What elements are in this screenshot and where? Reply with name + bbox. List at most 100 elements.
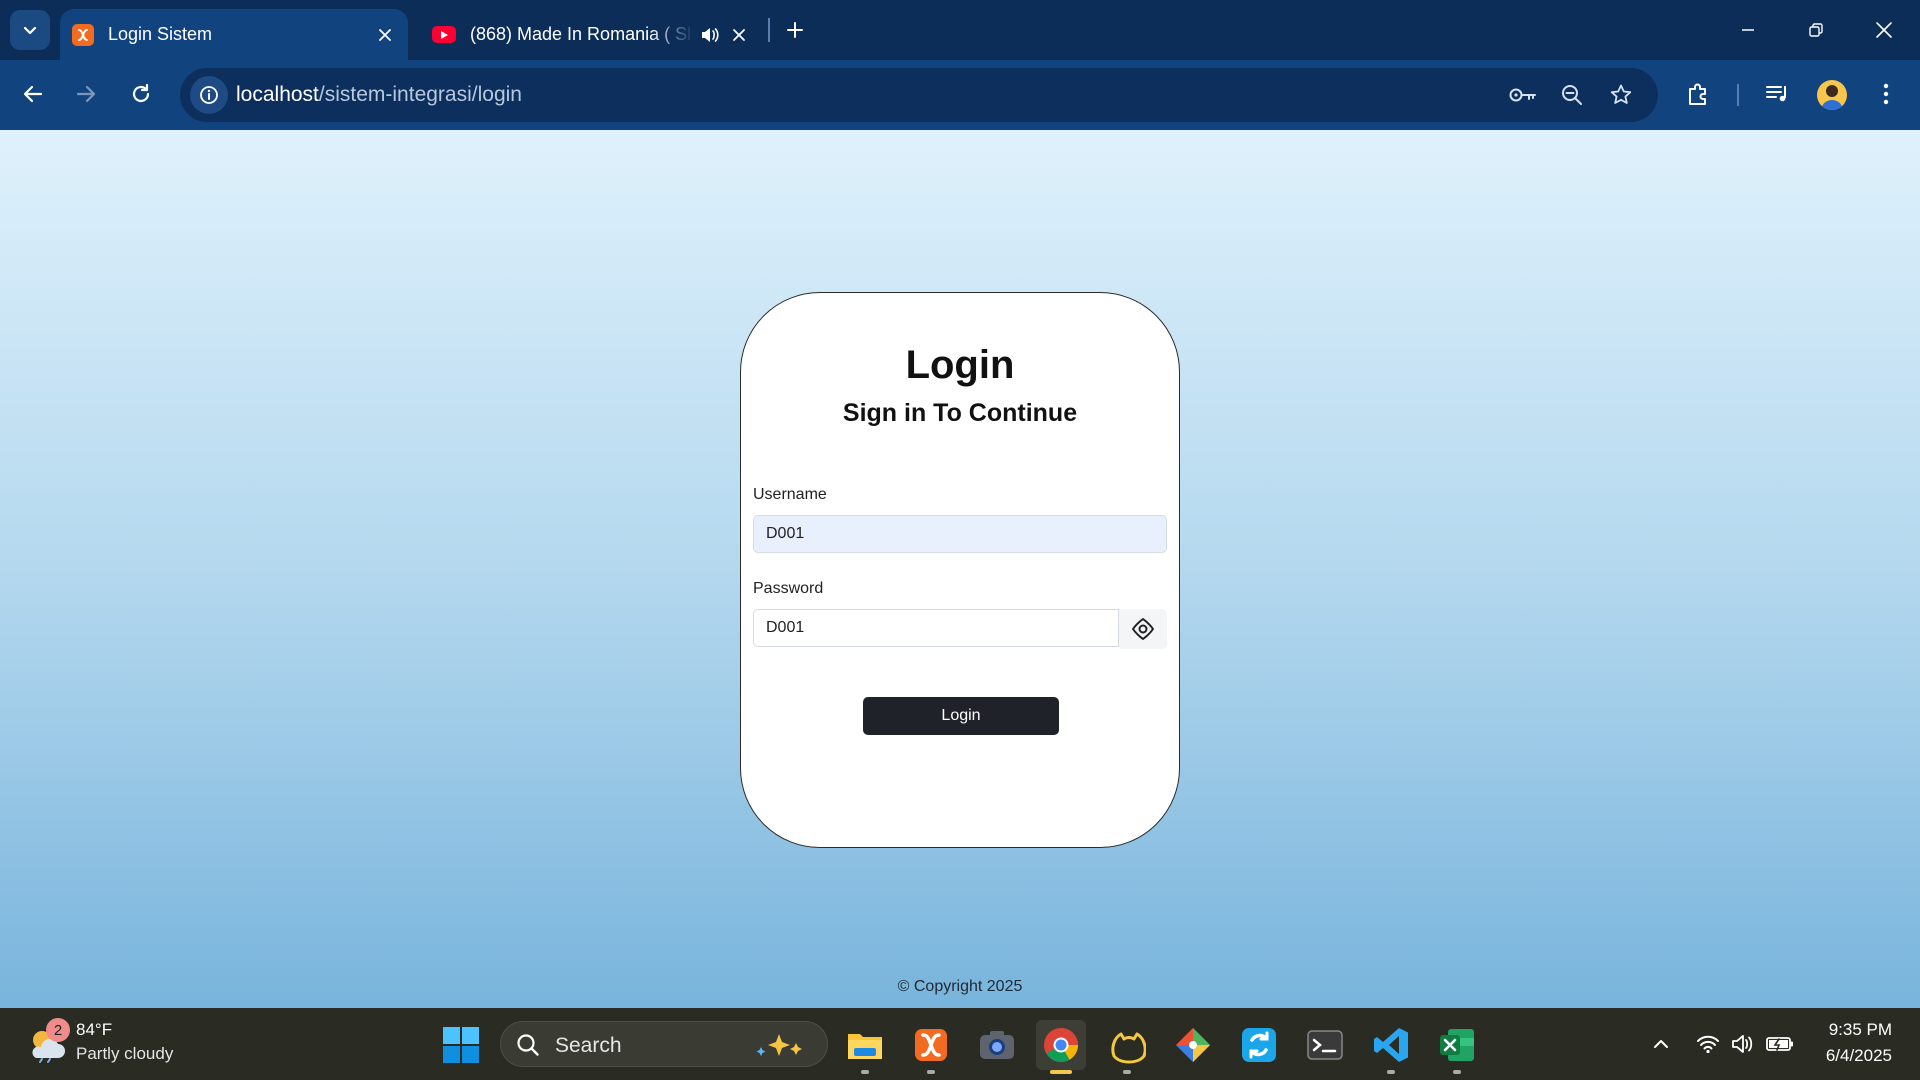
media-controls-button[interactable] (1758, 74, 1798, 114)
volume-icon (1732, 1035, 1753, 1053)
running-indicator (1123, 1070, 1131, 1074)
start-button[interactable] (442, 1026, 480, 1064)
login-button[interactable]: Login (863, 697, 1059, 735)
zoom-button[interactable] (1557, 80, 1587, 110)
running-indicator (927, 1070, 935, 1074)
minimize-icon (1742, 29, 1754, 31)
show-hidden-icons-button[interactable] (1645, 1028, 1677, 1060)
xampp-icon (915, 1029, 947, 1061)
folder-icon (848, 1034, 882, 1059)
restore-button[interactable] (1790, 8, 1842, 52)
zoom-out-icon (1562, 85, 1582, 105)
taskbar-xampp[interactable] (906, 1020, 956, 1074)
taskbar-vscode[interactable] (1366, 1020, 1416, 1074)
speaker-icon[interactable] (694, 20, 724, 50)
chrome-icon (1044, 1028, 1078, 1062)
tab-youtube[interactable]: (868) Made In Romania ( Slowed + Reverb … (420, 9, 762, 60)
username-input[interactable]: D001 (753, 515, 1167, 553)
arrow-left-icon (23, 85, 43, 103)
terminal-icon (1307, 1030, 1343, 1060)
tab-strip: Login Sistem (868) Made In Romania ( Slo… (0, 0, 1920, 60)
url-path: /sistem-integrasi/login (318, 83, 522, 106)
taskbar-camera[interactable] (972, 1020, 1022, 1070)
running-indicator (861, 1070, 869, 1074)
running-indicator (1453, 1070, 1461, 1074)
excel-icon (1440, 1029, 1474, 1061)
forward-button[interactable] (66, 74, 106, 114)
password-key-button[interactable] (1508, 80, 1538, 110)
puzzle-icon (1689, 83, 1706, 105)
new-tab-button[interactable] (780, 15, 810, 45)
close-icon (1876, 22, 1892, 38)
more-vertical-icon (1883, 83, 1889, 105)
bookmark-button[interactable] (1606, 80, 1636, 110)
taskbar-terminal[interactable] (1300, 1020, 1350, 1070)
wifi-status[interactable] (1692, 1028, 1724, 1060)
plus-icon (787, 22, 803, 38)
copilot-sparkle-icon (756, 1034, 802, 1056)
login-subtitle: Sign in To Continue (842, 399, 1078, 427)
camera-icon (980, 1031, 1014, 1059)
windows-logo-icon (443, 1027, 479, 1063)
site-info-button[interactable] (190, 76, 228, 114)
search-icon (517, 1034, 539, 1056)
back-button[interactable] (13, 74, 53, 114)
weather-badge: 2 (46, 1018, 70, 1042)
taskbar-file-explorer[interactable] (840, 1020, 890, 1074)
media-queue-icon (1766, 86, 1786, 102)
taskbar-git[interactable] (1168, 1020, 1218, 1070)
browser-toolbar: localhost/sistem-integrasi/login (0, 60, 1920, 130)
battery-status[interactable] (1764, 1028, 1796, 1060)
star-icon (1610, 84, 1632, 104)
close-icon[interactable] (370, 20, 400, 50)
youtube-favicon-icon (432, 26, 456, 43)
running-indicator (1387, 1070, 1395, 1074)
toolbar-separator (1737, 84, 1739, 106)
git-diamond-icon (1176, 1028, 1210, 1062)
taskbar-navicat[interactable] (1102, 1020, 1152, 1074)
extensions-button[interactable] (1679, 74, 1719, 114)
taskbar-excel[interactable] (1432, 1020, 1482, 1074)
close-icon[interactable] (724, 20, 754, 50)
active-indicator (1050, 1070, 1072, 1074)
taskbar: 2 84°F Partly cloudy Search 9:35 PM 6/4/… (0, 1008, 1920, 1080)
arrow-right-icon (76, 85, 96, 103)
taskbar-search[interactable]: Search (500, 1021, 828, 1067)
minimize-button[interactable] (1722, 8, 1774, 52)
url-text[interactable]: localhost/sistem-integrasi/login (236, 83, 522, 107)
reload-icon (132, 83, 150, 103)
tab-title: (868) Made In Romania ( Slowed + Reverb … (470, 24, 694, 44)
login-title: Login (905, 343, 1015, 387)
clock-time[interactable]: 9:35 PM (1829, 1020, 1892, 1040)
vscode-icon (1374, 1028, 1408, 1062)
close-window-button[interactable] (1858, 8, 1910, 52)
xampp-favicon-icon (72, 23, 94, 46)
copyright-text: © Copyright 2025 (897, 978, 1023, 995)
info-icon (200, 86, 218, 104)
browser-menu-button[interactable] (1866, 74, 1906, 114)
chevron-down-icon (23, 26, 37, 35)
clock-date[interactable]: 6/4/2025 (1826, 1046, 1892, 1066)
navicat-icon (1111, 1032, 1146, 1064)
sync-app-icon (1242, 1028, 1276, 1062)
reload-button[interactable] (121, 74, 161, 114)
password-input[interactable]: D001 (753, 609, 1119, 647)
tab-search-button[interactable] (10, 10, 50, 50)
profile-avatar[interactable] (1817, 80, 1847, 110)
volume-status[interactable] (1726, 1028, 1758, 1060)
username-label: Username (753, 486, 827, 503)
toggle-password-button[interactable] (1119, 609, 1167, 649)
password-label: Password (753, 580, 824, 597)
chevron-up-icon (1654, 1040, 1668, 1048)
address-bar[interactable]: localhost/sistem-integrasi/login (180, 68, 1658, 122)
weather-temperature: 84°F (76, 1020, 113, 1039)
search-placeholder: Search (555, 1034, 622, 1057)
url-host: localhost (236, 83, 319, 106)
tab-login-sistem[interactable]: Login Sistem (60, 9, 408, 60)
taskbar-sync-app[interactable] (1234, 1020, 1284, 1070)
taskbar-chrome[interactable] (1036, 1020, 1086, 1074)
tab-title: Login Sistem (108, 24, 213, 44)
key-icon (1509, 88, 1536, 102)
user-avatar-icon (1821, 85, 1843, 110)
eye-icon (1132, 618, 1154, 640)
